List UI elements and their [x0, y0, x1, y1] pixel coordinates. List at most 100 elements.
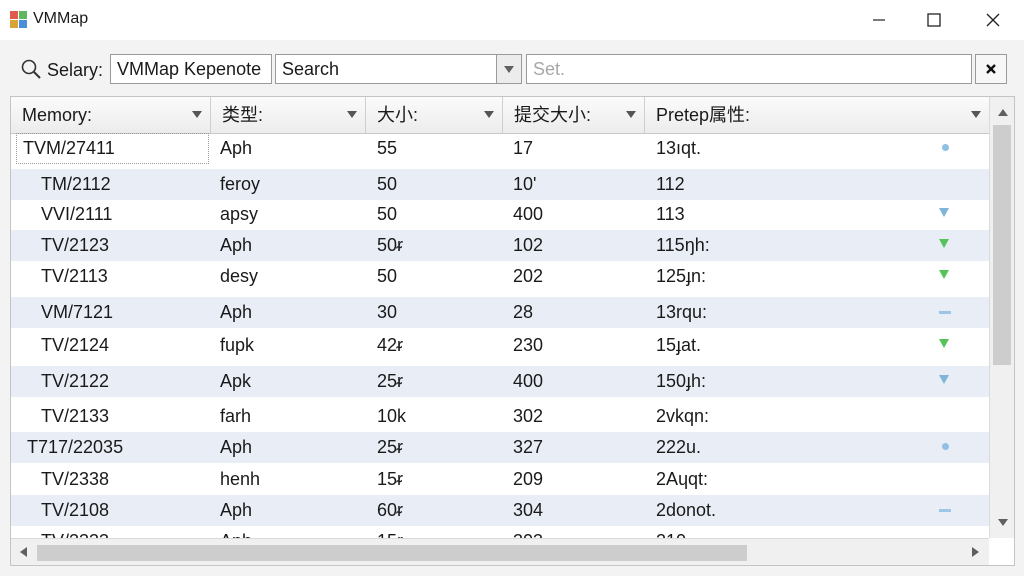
sort-arrow-icon	[484, 111, 494, 118]
cell-attributes: 2donot.	[656, 500, 717, 520]
status-marker-icon	[939, 208, 949, 217]
column-header-memory[interactable]: Memory:	[11, 97, 211, 133]
cell-size: 30	[377, 302, 398, 322]
arrow-up-icon	[997, 108, 1008, 116]
arrow-left-icon	[20, 547, 27, 557]
cell-memory: TV/2338	[41, 469, 110, 489]
status-marker-icon	[939, 270, 949, 279]
cell-type: apsy	[220, 204, 259, 224]
cell-size: 10k	[377, 406, 407, 426]
cell-commit-size: 17	[513, 138, 534, 158]
cell-type: Aph	[220, 500, 253, 520]
cell-memory: T717/22035	[27, 437, 124, 457]
process-field[interactable]: VMMap Kepenote	[110, 54, 272, 84]
cell-commit-size: 10'	[513, 174, 537, 194]
scroll-right-button[interactable]	[963, 539, 988, 565]
scroll-left-button[interactable]	[11, 539, 36, 565]
search-input[interactable]: Set.	[526, 54, 972, 84]
close-button[interactable]	[964, 0, 1022, 40]
cell-size: 15ᵲ	[377, 469, 404, 489]
table-row[interactable]: TV/2108 Aph 60ᵲ 304 2donot.	[11, 495, 989, 526]
status-marker-icon	[939, 375, 949, 384]
status-marker-icon	[939, 509, 951, 512]
cell-type: Aph	[220, 437, 253, 457]
cell-memory: TV/2133	[41, 406, 110, 426]
cell-type: farh	[220, 406, 252, 426]
column-header-label: Memory:	[22, 105, 93, 125]
cell-type: Aph	[220, 138, 253, 158]
table-body: TVM/27411 Aph 55 17 13ıqt. TM/2112 feroy 50 10' 1…	[11, 133, 989, 538]
table-row[interactable]: VVI/2111 apsy 50 400 113	[11, 199, 989, 230]
minimize-icon	[873, 19, 885, 21]
maximize-icon	[927, 13, 941, 27]
cell-size: 42ᵲ	[377, 335, 404, 355]
cell-attributes: 150ɟh:	[656, 371, 707, 391]
table-row[interactable]: TV/2333 Aph 15ᵲ 303 210	[11, 526, 989, 538]
cell-size: 15ᵲ	[377, 526, 403, 538]
table-row[interactable]: TV/2133 farh 10k 302 2vkqn:	[11, 401, 989, 432]
vertical-scrollbar[interactable]	[989, 97, 1014, 538]
cell-size: 50	[377, 204, 398, 224]
vmmap-window: VMMap Selary: VMMap Kepenote Search Set.	[0, 0, 1024, 576]
cell-attributes: 115ŋh:	[656, 235, 710, 255]
clear-search-button[interactable]	[975, 54, 1007, 84]
table-row[interactable]: TVM/27411 Aph 55 17 13ıqt.	[11, 133, 989, 164]
chevron-down-icon	[504, 65, 514, 73]
column-header-type[interactable]: 类型:	[211, 97, 366, 133]
status-marker-icon	[939, 339, 949, 348]
cell-attributes: 210	[656, 526, 686, 538]
cell-type: Aph	[220, 526, 252, 538]
arrow-down-icon	[997, 518, 1008, 526]
table-row[interactable]: TV/2338 henh 15ᵲ 209 2Aɥqt:	[11, 464, 989, 495]
column-header-attributes[interactable]: Pretep属性:	[645, 97, 989, 133]
minimize-button[interactable]	[850, 0, 908, 40]
title-bar[interactable]: VMMap	[0, 0, 1024, 40]
cell-type: fupk	[220, 335, 255, 355]
scroll-up-button[interactable]	[990, 99, 1014, 125]
table-row[interactable]: VM/7121 Aph 30 28 13rqu:	[11, 297, 989, 328]
table-row[interactable]: TV/2123 Aph 50ᵲ 102 115ŋh:	[11, 230, 989, 261]
close-icon	[986, 64, 996, 74]
cell-type: Aph	[220, 235, 253, 255]
window-title: VMMap	[33, 10, 89, 27]
horizontal-scrollbar[interactable]	[11, 538, 989, 565]
search-icon	[21, 59, 41, 79]
cell-memory: TV/2123	[41, 235, 110, 255]
cell-attributes: 13rqu:	[656, 302, 708, 322]
vmmap-app-icon	[10, 11, 27, 28]
cell-type: desy	[220, 266, 259, 286]
cell-commit-size: 400	[513, 371, 544, 391]
maximize-button[interactable]	[905, 0, 963, 40]
table-row[interactable]: T717/22035 Aph 25ᵲ 327 222u.	[11, 432, 989, 463]
horizontal-scroll-thumb[interactable]	[37, 545, 747, 561]
status-marker-icon	[942, 144, 949, 151]
table-row[interactable]: TV/2113 desy 50 202 125ɟn:	[11, 261, 989, 292]
cell-attributes: 13ıqt.	[656, 138, 702, 158]
cell-size: 55	[377, 138, 398, 158]
column-header-commit[interactable]: 提交大小:	[503, 97, 645, 133]
status-marker-icon	[939, 311, 951, 314]
cell-size: 50ᵲ	[377, 235, 404, 255]
cell-size: 50	[377, 174, 398, 194]
cell-commit-size: 209	[513, 469, 544, 489]
table-row[interactable]: TM/2112 feroy 50 10' 112	[11, 169, 989, 200]
cell-attributes: 15ɟat.	[656, 335, 702, 355]
cell-memory: TM/2112	[41, 174, 111, 194]
cell-attributes: 113	[656, 204, 685, 224]
cell-type: Aph	[220, 302, 253, 322]
scroll-down-button[interactable]	[990, 509, 1014, 535]
cell-attributes: 125ɟn:	[656, 266, 707, 286]
search-combo[interactable]: Search	[275, 54, 497, 84]
cell-memory: TV/2113	[41, 266, 108, 286]
cell-commit-size: 230	[513, 335, 544, 355]
table-row[interactable]: TV/2122 Apk 25ᵲ 400 150ɟh:	[11, 366, 989, 397]
cell-attributes: 2Aɥqt:	[656, 469, 709, 489]
arrow-right-icon	[972, 547, 979, 557]
cell-memory: TV/2122	[41, 371, 110, 391]
cell-memory: VM/7121	[41, 302, 114, 322]
search-combo-dropdown-button[interactable]	[496, 54, 522, 84]
column-header-size[interactable]: 大小:	[366, 97, 503, 133]
table-row[interactable]: TV/2124 fupk 42ᵲ 230 15ɟat.	[11, 330, 989, 361]
status-marker-icon	[942, 443, 949, 450]
vertical-scroll-thumb[interactable]	[993, 125, 1011, 365]
